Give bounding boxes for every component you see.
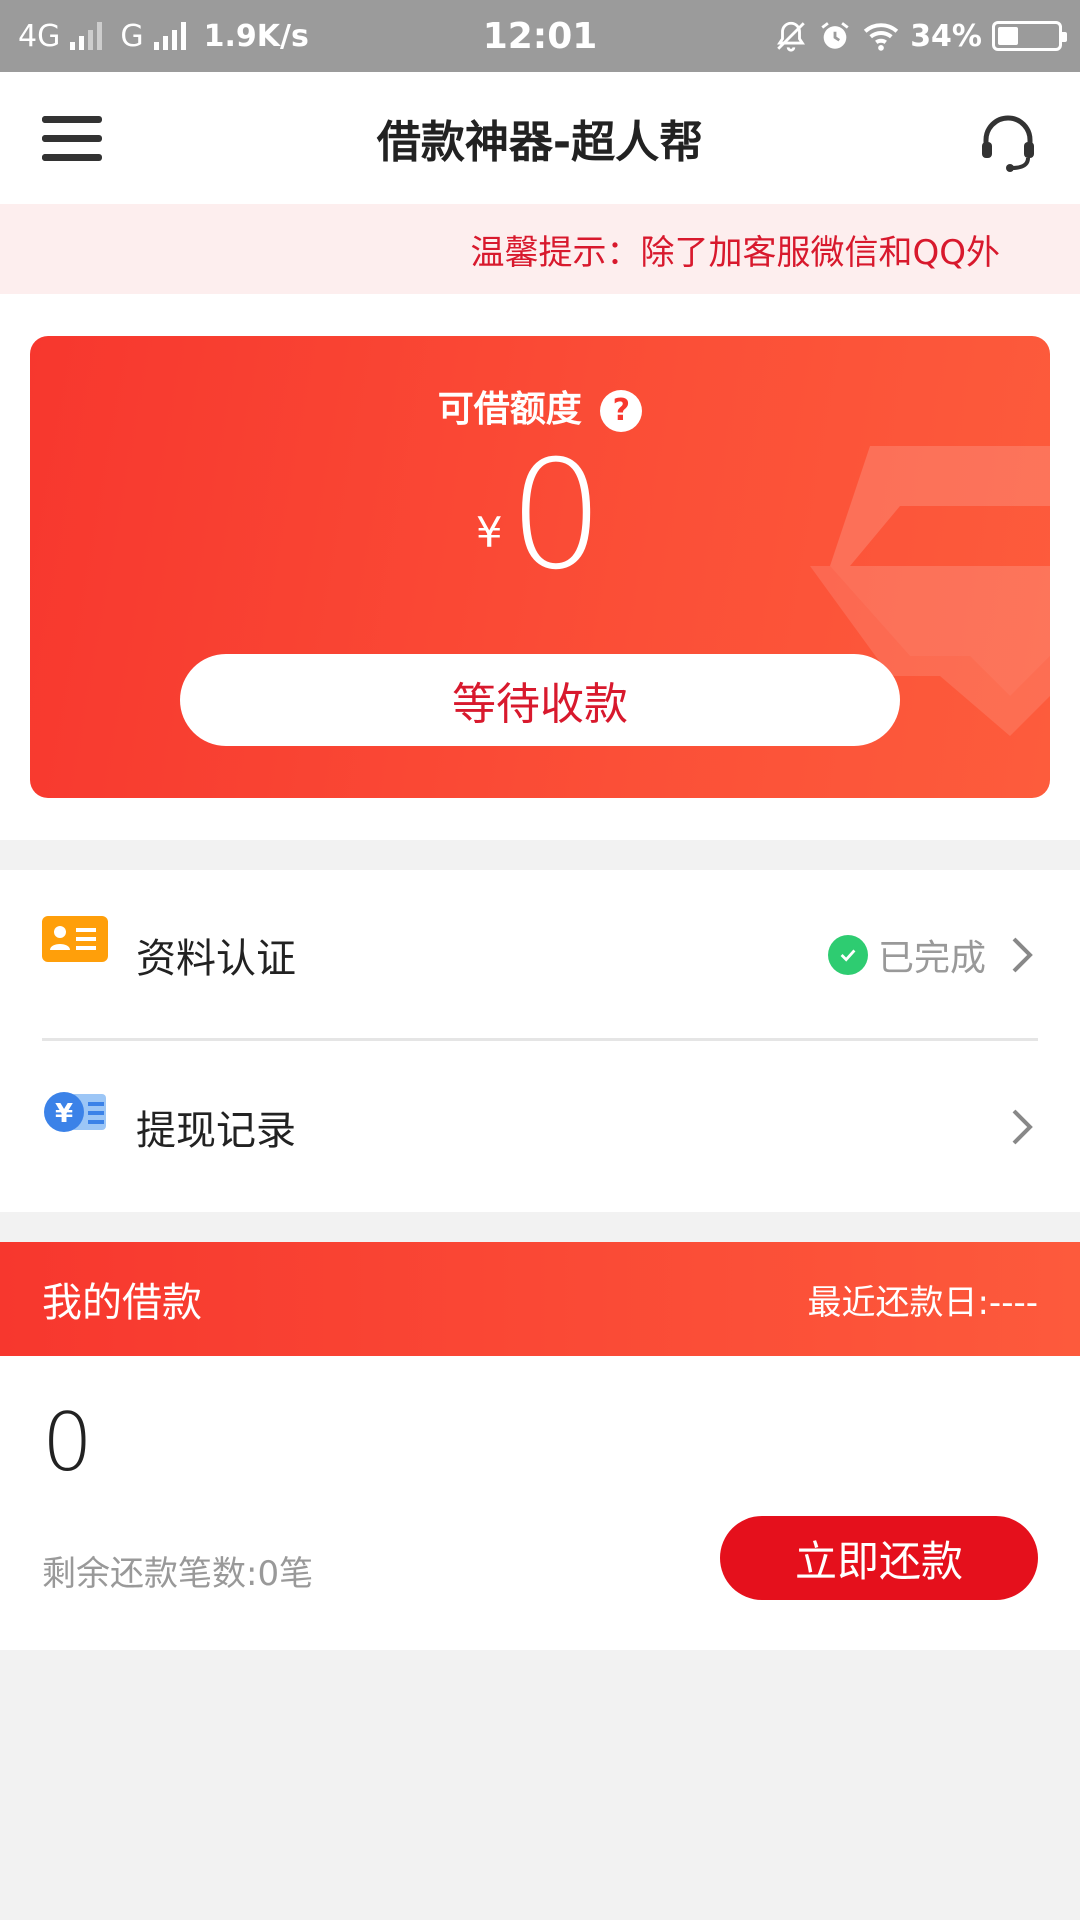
help-icon[interactable]: ? [600, 390, 643, 432]
page-title: 借款神器-超人帮 [376, 117, 704, 168]
verification-status: 已完成 [827, 929, 986, 981]
credit-amount-value: 0 [508, 429, 605, 603]
loan-body: 0 剩余还款笔数:0笔 立即还款 [0, 1356, 1080, 1650]
currency-symbol: ¥ [475, 508, 503, 557]
chevron-right-icon [1012, 937, 1033, 973]
battery-icon [992, 21, 1067, 51]
credit-card: 可借额度 ? ¥0 等待收款 [30, 336, 1050, 798]
alarm-icon [821, 22, 849, 49]
network-label-1: 4G [18, 18, 61, 54]
menu-list: 资料认证 已完成 ¥ 提现记录 [0, 870, 1080, 1212]
status-bar: 4G G 1.9K/s 12:01 34% [0, 0, 1080, 72]
loan-header: 我的借款 最近还款日:---- [0, 1242, 1080, 1356]
credit-label: 可借额度 ? [30, 380, 1050, 432]
network-label-2: G [120, 18, 144, 54]
menu-item-verification[interactable]: 资料认证 已完成 [0, 870, 1080, 1041]
clock: 12:01 [482, 15, 598, 57]
recent-repay-date: 最近还款日:---- [807, 1282, 1038, 1323]
check-icon [827, 935, 868, 975]
bell-muted-icon [777, 21, 806, 52]
repay-now-button[interactable]: 立即还款 [720, 1516, 1038, 1600]
remaining-repayments: 剩余还款笔数:0笔 [42, 1554, 314, 1594]
chevron-right-icon [1012, 1109, 1033, 1145]
svg-text:¥: ¥ [55, 1099, 73, 1129]
credit-label-text: 可借额度 [437, 389, 582, 430]
menu-item-withdrawals[interactable]: ¥ 提现记录 [0, 1042, 1080, 1212]
status-right: 34% [662, 18, 1067, 54]
headset-icon[interactable] [976, 110, 1040, 174]
menu-item-label: 提现记录 [136, 1108, 296, 1154]
network-speed: 1.9K/s [203, 18, 309, 54]
status-left: 4G G 1.9K/s [18, 19, 418, 54]
wait-receive-button[interactable]: 等待收款 [180, 654, 900, 746]
credit-amount: ¥0 [30, 436, 1050, 596]
notice-banner: 温馨提示：除了加客服微信和QQ外 [0, 204, 1080, 294]
battery-fill [998, 27, 1018, 45]
menu-item-label: 资料认证 [136, 936, 296, 982]
divider [42, 1038, 1038, 1041]
signal-icon [70, 22, 103, 50]
nav-bar: 借款神器-超人帮 [0, 72, 1080, 204]
loan-amount: 0 [42, 1396, 93, 1489]
loan-title: 我的借款 [42, 1280, 202, 1326]
battery-percent: 34% [910, 18, 982, 54]
id-card-icon [42, 916, 108, 962]
yuan-record-icon: ¥ [44, 1092, 106, 1132]
wifi-icon [864, 23, 899, 51]
credit-section: 可借额度 ? ¥0 等待收款 [0, 294, 1080, 840]
signal-icon-2 [153, 22, 186, 50]
notice-text: 温馨提示：除了加客服微信和QQ外 [470, 232, 1000, 273]
status-text: 已完成 [877, 938, 986, 979]
menu-icon[interactable] [42, 116, 102, 162]
